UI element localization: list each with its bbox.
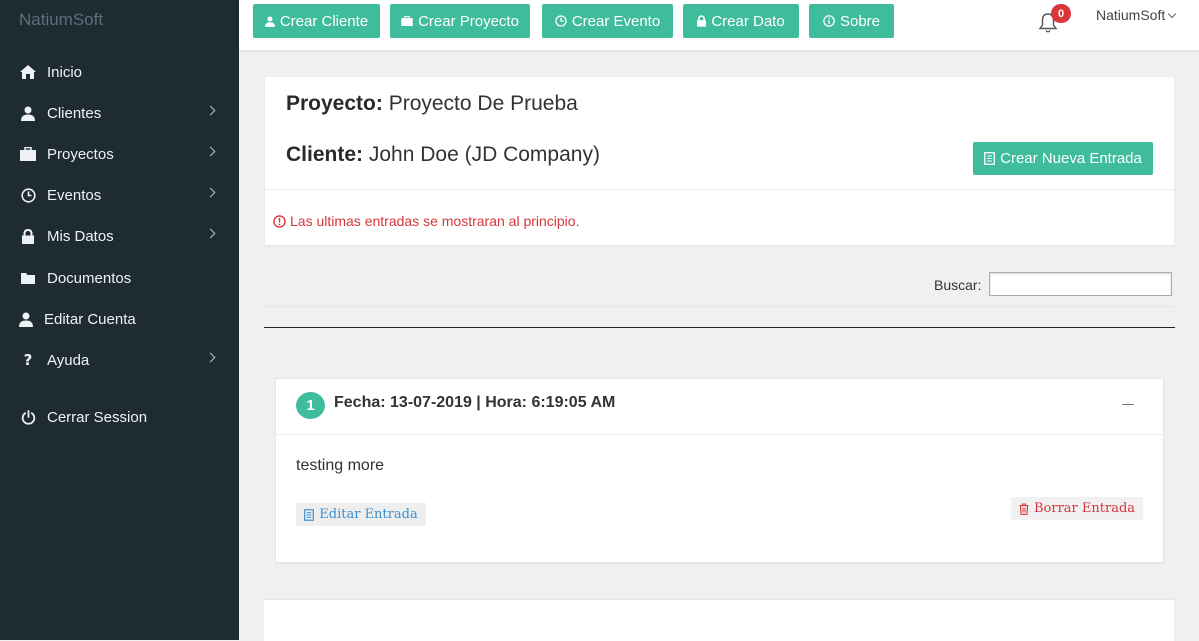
button-label: Crear Nueva Entrada (1000, 150, 1142, 167)
project-title: Proyecto: Proyecto De Prueba (286, 92, 578, 116)
brand-logo[interactable]: NatiumSoft (19, 10, 103, 30)
button-label: Sobre (839, 12, 881, 30)
button-label: Crear Dato (711, 12, 785, 30)
sidebar-item-inicio[interactable]: Inicio (0, 52, 239, 92)
chevron-right-icon (205, 105, 216, 116)
divider (265, 189, 1174, 190)
home-icon (19, 63, 37, 81)
button-label: Crear Cliente (279, 12, 369, 30)
entry-text: testing more (296, 457, 385, 474)
clock-icon (19, 186, 37, 204)
collapse-icon[interactable] (1122, 404, 1134, 405)
chevron-down-icon (1168, 9, 1177, 19)
sidebar-item-label: Clientes (47, 104, 102, 122)
entry-number-badge: 1 (296, 392, 325, 419)
user-icon (19, 104, 37, 122)
button-label: Crear Proyecto (418, 12, 519, 30)
sidebar-item-cerrar-session[interactable]: Cerrar Session (0, 397, 239, 437)
trash-icon (1019, 502, 1029, 515)
lock-icon (19, 227, 37, 245)
briefcase-icon (19, 145, 37, 163)
sidebar-item-label: Inicio (47, 63, 83, 81)
sidebar-item-ayuda[interactable]: ? Ayuda (0, 340, 239, 380)
crear-nueva-entrada-button[interactable]: Crear Nueva Entrada (973, 142, 1153, 175)
table-header-border (264, 327, 1175, 328)
project-name: Proyecto De Prueba (388, 92, 578, 115)
entry-card: 1 Fecha: 13-07-2019 | Hora: 6:19:05 AM t… (275, 378, 1164, 563)
user-menu[interactable]: NatiumSoft (1096, 7, 1177, 23)
user-name: NatiumSoft (1096, 7, 1166, 23)
power-icon (19, 408, 37, 426)
sidebar-item-label: Cerrar Session (47, 408, 148, 426)
document-icon (984, 152, 996, 165)
sidebar-item-label: Eventos (47, 186, 102, 204)
chevron-right-icon (205, 146, 216, 157)
sidebar-item-label: Proyectos (47, 145, 114, 163)
search-input[interactable] (989, 272, 1172, 296)
crear-evento-button[interactable]: Crear Evento (542, 4, 673, 38)
sidebar-item-editar-cuenta[interactable]: Editar Cuenta (0, 299, 239, 339)
sidebar-item-documentos[interactable]: Documentos (0, 258, 239, 298)
chevron-right-icon (205, 228, 216, 239)
crear-proyecto-button[interactable]: Crear Proyecto (390, 4, 530, 38)
project-label: Proyecto: (286, 92, 383, 115)
entry-date-time: Fecha: 13-07-2019 | Hora: 6:19:05 AM (334, 394, 616, 411)
crear-cliente-button[interactable]: Crear Cliente (253, 4, 380, 38)
button-label: Crear Evento (571, 12, 661, 30)
briefcase-icon (401, 16, 413, 26)
sidebar: NatiumSoft Inicio Clientes Proyectos Eve… (0, 0, 239, 640)
divider (264, 306, 1174, 307)
info-icon (823, 15, 835, 27)
lock-icon (697, 15, 707, 27)
chevron-right-icon (205, 352, 216, 363)
crear-dato-button[interactable]: Crear Dato (683, 4, 799, 38)
info-icon (273, 214, 286, 228)
editar-entrada-button[interactable]: Editar Entrada (296, 503, 426, 526)
sidebar-item-proyectos[interactable]: Proyectos (0, 134, 239, 174)
order-notice: Las ultimas entradas se mostraran al pri… (273, 213, 579, 229)
document-icon (304, 508, 315, 521)
sidebar-item-label: Ayuda (47, 351, 90, 369)
project-panel: Proyecto: Proyecto De Prueba Cliente: Jo… (265, 77, 1174, 245)
notification-count-badge: 0 (1051, 4, 1071, 23)
clock-icon (555, 15, 567, 27)
client-name: John Doe (JD Company) (368, 143, 600, 166)
client-title: Cliente: John Doe (JD Company) (286, 143, 600, 167)
user-icon (17, 310, 35, 328)
notice-text: Las ultimas entradas se mostraran al pri… (290, 213, 580, 229)
sidebar-item-label: Mis Datos (47, 227, 114, 245)
client-label: Cliente: (286, 143, 364, 166)
sidebar-item-label: Editar Cuenta (44, 310, 136, 328)
question-icon: ? (23, 351, 33, 369)
sobre-button[interactable]: Sobre (809, 4, 894, 38)
entry-header: 1 Fecha: 13-07-2019 | Hora: 6:19:05 AM (276, 379, 1163, 435)
button-label: Borrar Entrada (1033, 501, 1136, 516)
sidebar-item-mis-datos[interactable]: Mis Datos (0, 216, 239, 256)
button-label: Editar Entrada (319, 507, 418, 522)
sidebar-item-eventos[interactable]: Eventos (0, 175, 239, 215)
sidebar-item-label: Documentos (47, 269, 132, 287)
top-navbar: Crear Cliente Crear Proyecto Crear Event… (239, 0, 1199, 51)
folder-icon (19, 269, 37, 287)
search-label: Buscar: (934, 277, 982, 293)
chevron-right-icon (205, 187, 216, 198)
user-icon (264, 16, 275, 27)
sidebar-item-clientes[interactable]: Clientes (0, 93, 239, 133)
bottom-panel (264, 599, 1174, 641)
borrar-entrada-button[interactable]: Borrar Entrada (1011, 497, 1143, 520)
